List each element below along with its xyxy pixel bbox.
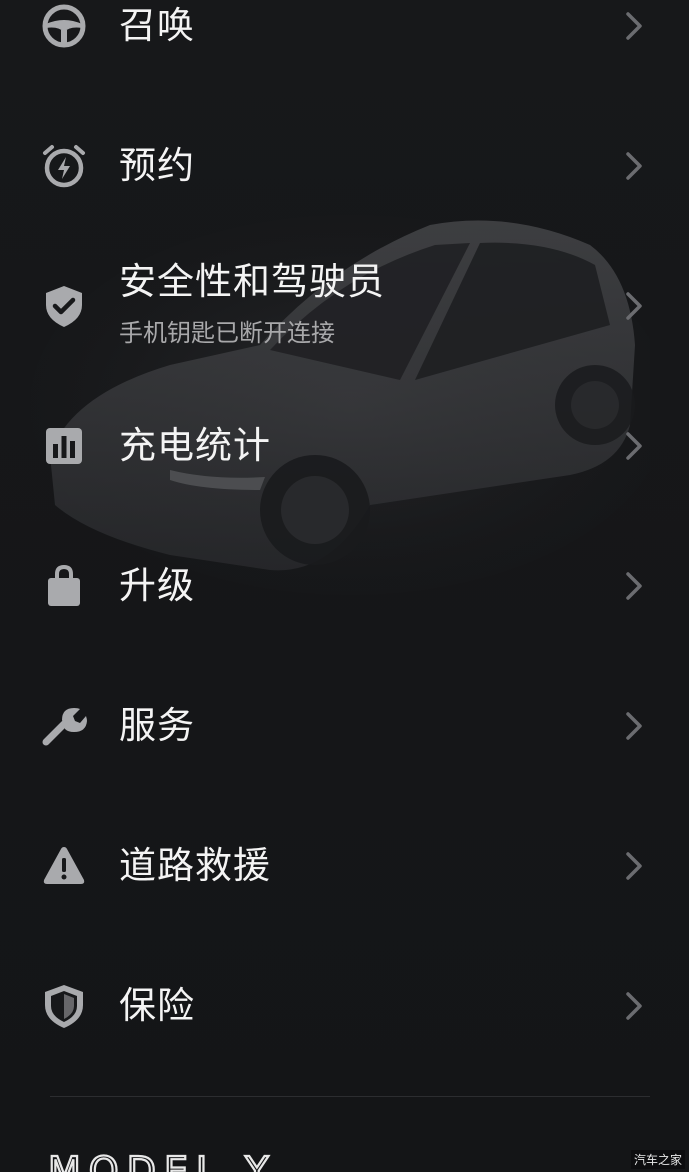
menu-item-summon[interactable]: 召唤: [0, 0, 689, 96]
shield-outline-icon: [40, 982, 88, 1030]
app-screen: 召唤 预约 安全性和驾驶员 手机钥匙已断开连接 充电统计 升级 服务 道路救援 …: [0, 0, 689, 1172]
menu-item-label: 服务: [119, 704, 195, 747]
divider: [50, 1096, 650, 1097]
chevron-right-icon: [622, 708, 646, 744]
menu-item-label: 道路救援: [119, 844, 271, 887]
chevron-right-icon: [622, 568, 646, 604]
menu-item-label: 升级: [119, 564, 195, 607]
steering-wheel-icon: [40, 2, 88, 50]
svg-text:MODEL Y: MODEL Y: [48, 1150, 276, 1172]
menu-item-label: 安全性和驾驶员: [119, 260, 385, 303]
shopping-bag-icon: [40, 562, 88, 610]
alarm-clock-bolt-icon: [40, 142, 88, 190]
menu-item-label: 充电统计: [119, 424, 271, 467]
shield-check-icon: [40, 282, 88, 330]
menu-item-label: 预约: [119, 144, 195, 187]
chevron-right-icon: [622, 148, 646, 184]
menu-item-roadside-assistance[interactable]: 道路救援: [0, 796, 689, 936]
menu-item-service[interactable]: 服务: [0, 656, 689, 796]
menu-item-charging-stats[interactable]: 充电统计: [0, 376, 689, 516]
wrench-icon: [40, 702, 88, 750]
menu-item-safety-driver[interactable]: 安全性和驾驶员 手机钥匙已断开连接: [0, 236, 689, 376]
menu-item-label: 召唤: [119, 4, 195, 47]
menu-item-schedule[interactable]: 预约: [0, 96, 689, 236]
watermark: 汽车之家: [630, 1150, 685, 1169]
chevron-right-icon: [622, 988, 646, 1024]
bar-chart-icon: [40, 422, 88, 470]
warning-triangle-icon: [40, 842, 88, 890]
menu-item-upgrades[interactable]: 升级: [0, 516, 689, 656]
chevron-right-icon: [622, 8, 646, 44]
menu-item-label: 保险: [119, 984, 195, 1027]
chevron-right-icon: [622, 428, 646, 464]
chevron-right-icon: [622, 848, 646, 884]
menu-item-insurance[interactable]: 保险: [0, 936, 689, 1076]
menu-item-sublabel: 手机钥匙已断开连接: [119, 319, 335, 347]
chevron-right-icon: [622, 288, 646, 324]
model-y-logo: MODEL Y: [48, 1150, 276, 1172]
